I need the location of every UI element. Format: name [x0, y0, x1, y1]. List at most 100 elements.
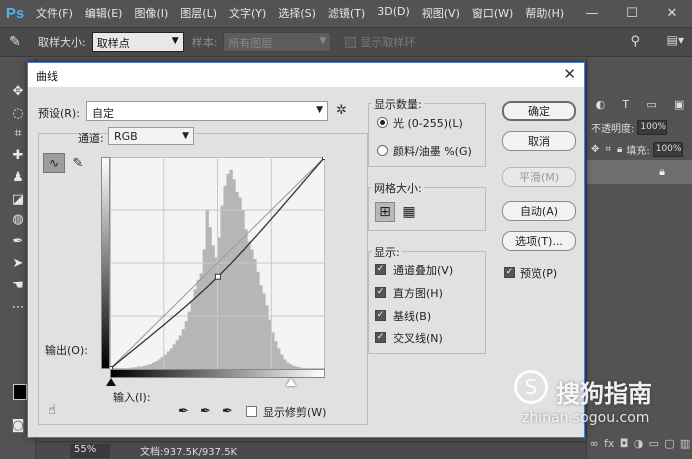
auto-button[interactable]: 自动(A)	[502, 201, 576, 221]
histogram-bar	[274, 341, 278, 369]
smart-filter-icon[interactable]: ▣	[674, 98, 684, 111]
preset-select[interactable]: 自定 ▼	[86, 101, 328, 121]
sample-size-value: 取样点	[96, 37, 130, 50]
pen-tool-icon[interactable]: ✒	[8, 232, 28, 250]
blur-tool-icon[interactable]: ◍	[8, 210, 28, 228]
new-layer-icon[interactable]: ▢	[664, 437, 674, 453]
status-bar: 55% 文档:937.5K/937.5K	[36, 441, 586, 459]
channel-value: RGB	[114, 130, 138, 143]
options-button[interactable]: 选项(T)...	[502, 231, 576, 251]
layer-row[interactable]: 🔒︎	[587, 160, 692, 184]
channel-select[interactable]: RGB ▼	[108, 127, 194, 145]
opacity-field[interactable]: 100%	[637, 119, 668, 135]
show-ring-option[interactable]: 显示取样环	[345, 34, 415, 50]
eyedropper-tool-icon[interactable]: ✎	[0, 34, 30, 50]
display-amount-title: 显示数量:	[372, 96, 424, 112]
folder-icon[interactable]: ▭	[649, 437, 659, 453]
layer-filter-icons: ◐ T ▭ ▣	[587, 94, 692, 114]
lock-all-icon[interactable]: 🔒︎	[617, 144, 622, 155]
baseline-checkbox[interactable]: ✓	[375, 310, 386, 321]
shape-filter-icon[interactable]: ▭	[646, 98, 656, 111]
close-icon[interactable]: ✕	[563, 65, 576, 83]
input-label: 输入(I):	[113, 391, 151, 404]
preview-checkbox[interactable]: ✓	[504, 267, 515, 278]
light-radio[interactable]	[377, 117, 388, 128]
minimize-icon[interactable]: —	[572, 0, 612, 26]
cancel-button[interactable]: 取消	[502, 131, 576, 151]
path-select-tool-icon[interactable]: ➤	[8, 254, 28, 272]
menu-item[interactable]: 3D(D)	[371, 5, 416, 21]
menu-item[interactable]: 图层(L)	[174, 5, 223, 21]
gear-icon[interactable]: ✲	[336, 103, 347, 118]
menu-item[interactable]: 滤镜(T)	[322, 5, 371, 21]
black-eyedropper-icon[interactable]: ✒	[178, 404, 189, 419]
detailed-grid-button[interactable]: ▦	[399, 202, 419, 222]
preset-label: 预设(R):	[38, 107, 80, 120]
histogram-checkbox[interactable]: ✓	[375, 287, 386, 298]
menu-item[interactable]: 选择(S)	[272, 5, 322, 21]
lock-artboard-icon[interactable]: ⌗	[605, 144, 611, 155]
menu-item[interactable]: 文字(Y)	[223, 5, 272, 21]
more-tools-icon[interactable]: ⋯	[8, 298, 28, 316]
layer-actions: ∞ fx ◘ ◑ ▭ ▢ ▥	[587, 437, 692, 453]
histogram-bar	[247, 241, 251, 369]
mask-icon[interactable]: ◘	[620, 437, 629, 453]
menu-item[interactable]: 图像(I)	[128, 5, 174, 21]
menu-item[interactable]: 窗口(W)	[466, 5, 519, 21]
type-filter-icon[interactable]: T	[622, 98, 629, 111]
sample-size-select[interactable]: 取样点 ▼	[91, 32, 184, 52]
menu-item[interactable]: 编辑(E)	[79, 5, 129, 21]
pigment-radio[interactable]	[377, 145, 388, 156]
histogram-bar	[229, 169, 233, 369]
fill-field[interactable]: 100%	[652, 141, 683, 157]
eraser-tool-icon[interactable]: ◪	[8, 190, 28, 208]
stamp-tool-icon[interactable]: ♟	[8, 168, 28, 186]
maximize-icon[interactable]: ☐	[612, 0, 652, 26]
adjustment-filter-icon[interactable]: ◐	[596, 98, 606, 111]
zoom-field[interactable]: 55%	[70, 443, 110, 458]
quick-mask-icon[interactable]: ◙	[8, 416, 28, 434]
histogram-bar	[283, 359, 287, 369]
targeted-adjustment-icon[interactable]: ☝	[48, 403, 56, 418]
intersection-line-checkbox[interactable]: ✓	[375, 332, 386, 343]
smooth-button[interactable]: 平滑(M)	[502, 167, 576, 187]
close-window-icon[interactable]: ✕	[652, 0, 692, 26]
search-icon[interactable]: ⚲	[630, 34, 640, 49]
sample-select[interactable]: 所有图层 ▼	[223, 32, 332, 52]
hand-tool-icon[interactable]: ☚	[8, 276, 28, 294]
curve-icon: ∿	[48, 156, 60, 170]
foreground-color-swatch[interactable]	[13, 384, 27, 400]
channel-overlay-checkbox[interactable]: ✓	[375, 264, 386, 275]
histogram-bar	[154, 361, 159, 369]
chevron-down-icon: ▼	[319, 36, 327, 46]
fx-icon[interactable]: fx	[604, 437, 614, 453]
edit-points-button[interactable]: ∿	[43, 153, 65, 173]
histogram-bar	[223, 185, 227, 369]
move-tool-icon[interactable]: ✥	[8, 82, 28, 100]
menu-item[interactable]: 帮助(H)	[519, 5, 570, 21]
curve-graph[interactable]	[110, 157, 325, 369]
lasso-tool-icon[interactable]: ◌	[8, 104, 28, 122]
menu-item[interactable]: 视图(V)	[416, 5, 466, 21]
crop-tool-icon[interactable]: ⌗	[8, 124, 28, 142]
opacity-label: 不透明度:	[591, 123, 635, 135]
gray-eyedropper-icon[interactable]: ✒	[200, 404, 211, 419]
menu-item[interactable]: 文件(F)	[30, 5, 79, 21]
lock-pixels-icon[interactable]: ✥	[591, 144, 599, 155]
draw-curve-button[interactable]: ✎	[68, 153, 88, 173]
simple-grid-button[interactable]: ⊞	[375, 202, 395, 222]
white-point-slider[interactable]	[286, 378, 296, 386]
healing-tool-icon[interactable]: ✚	[8, 146, 28, 164]
workspace-icon[interactable]: ▤▾	[667, 33, 684, 47]
histogram-bar	[232, 179, 236, 369]
trash-icon[interactable]: ▥	[680, 437, 690, 453]
black-point-slider[interactable]	[106, 378, 116, 386]
adjustment-icon[interactable]: ◑	[634, 437, 644, 453]
show-group: 显示: ✓ 通道叠加(V) ✓ 直方图(H) ✓ 基线(B) ✓ 交叉线(N)	[368, 244, 486, 354]
link-icon[interactable]: ∞	[590, 437, 599, 453]
histogram-bar	[277, 348, 281, 369]
white-eyedropper-icon[interactable]: ✒	[222, 404, 233, 419]
ok-button[interactable]: 确定	[502, 101, 576, 121]
show-clipping-checkbox[interactable]	[246, 406, 257, 417]
show-ring-checkbox[interactable]	[345, 36, 357, 48]
